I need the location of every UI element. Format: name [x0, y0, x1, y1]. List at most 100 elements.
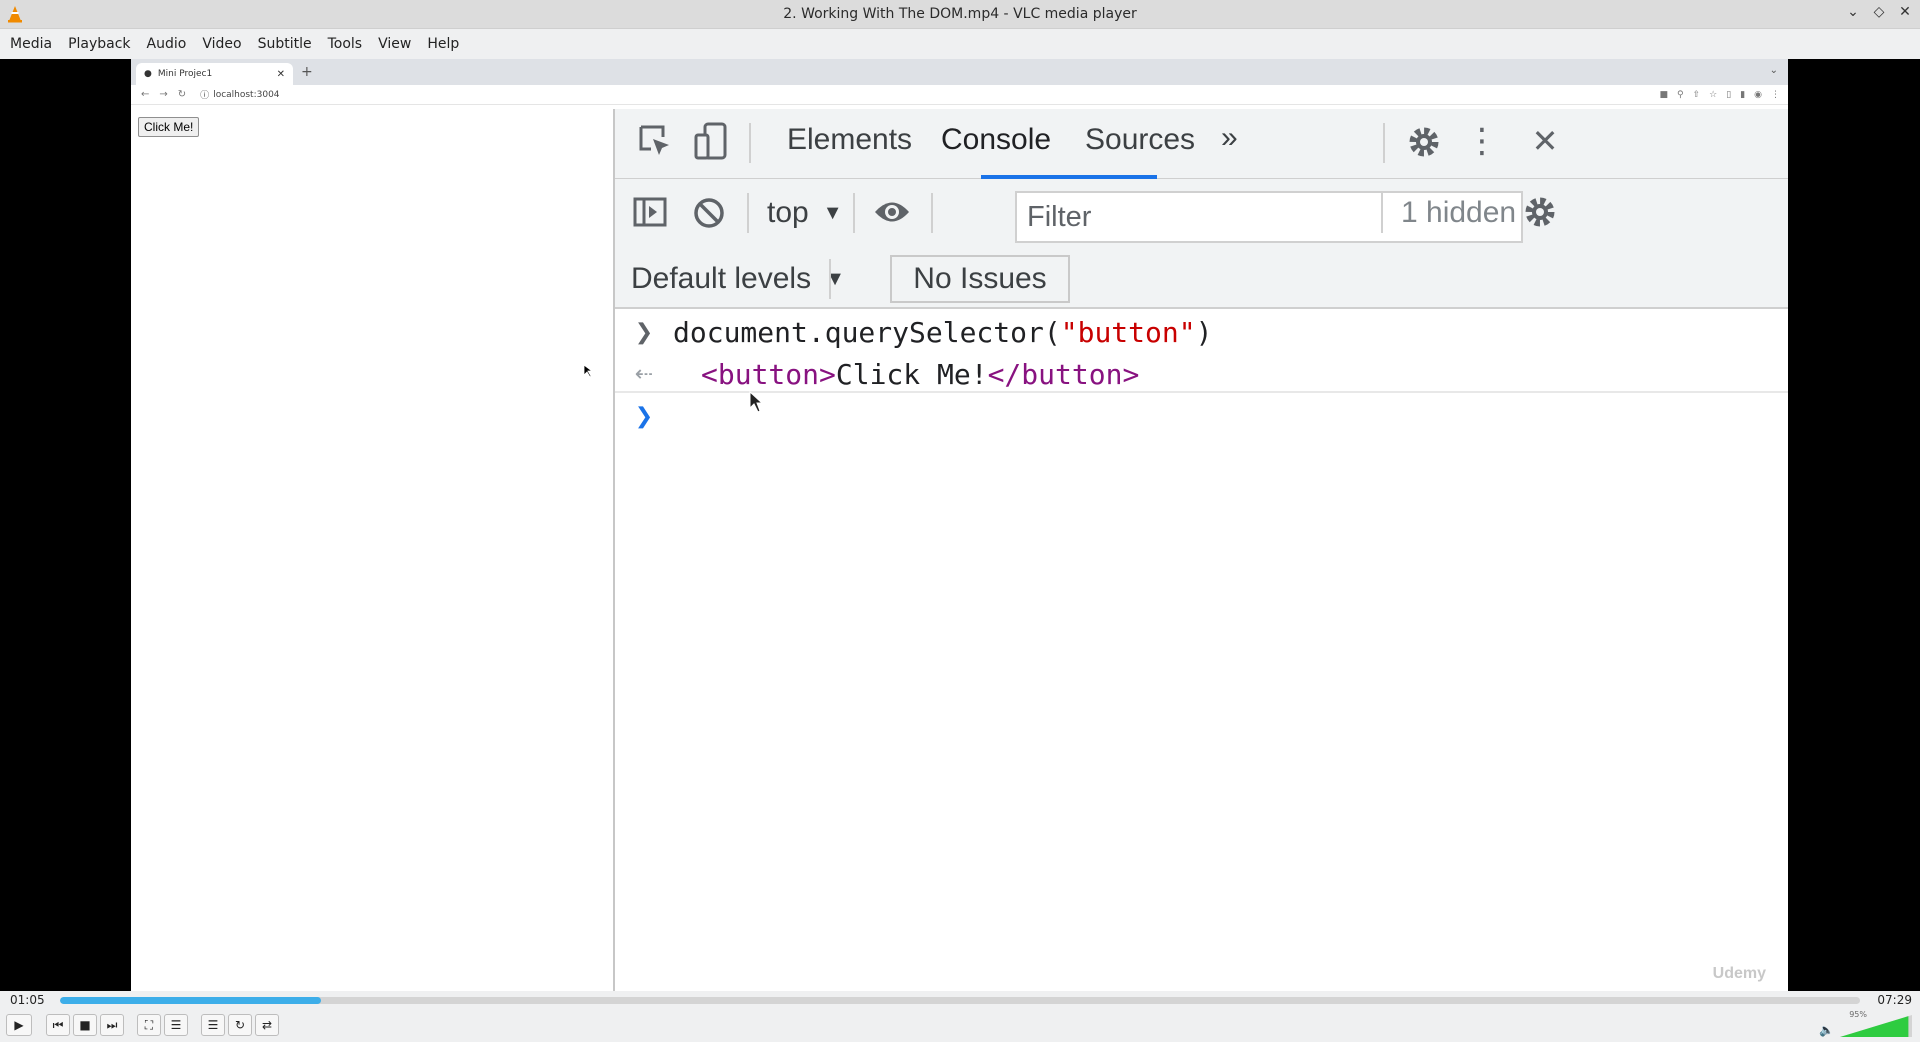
- extension-icon: ■: [1659, 89, 1669, 100]
- progress-fill: [60, 997, 321, 1004]
- profile-icon: ◉: [1754, 89, 1762, 100]
- share-icon: ⇧: [1692, 89, 1701, 100]
- prompt-chevron-icon: ❯: [634, 403, 654, 429]
- extended-settings-button[interactable]: ☰: [164, 1014, 188, 1036]
- result-inner-text: Click Me!: [835, 357, 988, 391]
- play-icon: ▶: [14, 1018, 24, 1032]
- zoom-icon: ⚲: [1677, 89, 1684, 100]
- mouse-cursor-icon: [583, 364, 593, 378]
- reload-icon: ↻: [177, 89, 187, 100]
- mouse-pointer-icon: [749, 391, 764, 413]
- browser-tab-strip: ● Mini Projec1 ✕ + ⌄: [131, 59, 1788, 85]
- forward-icon: →: [159, 89, 168, 100]
- next-icon: ⏭: [106, 1017, 118, 1032]
- loop-button[interactable]: ↻: [228, 1014, 252, 1036]
- levels-toolbar: Default levels ▼ No Issues: [615, 247, 1788, 309]
- fullscreen-icon: ⛶: [144, 1017, 154, 1032]
- fullscreen-button[interactable]: ⛶: [137, 1014, 161, 1036]
- stop-button[interactable]: ■: [73, 1014, 97, 1036]
- title-bar: 2. Working With The DOM.mp4 - VLC media …: [0, 0, 1920, 29]
- menu-view[interactable]: View: [370, 36, 419, 52]
- equalizer-icon: ☰: [170, 1018, 182, 1032]
- page-viewport: Click Me!: [131, 106, 613, 991]
- info-icon: ⓘ: [200, 91, 210, 101]
- star-icon: ☆: [1709, 89, 1718, 100]
- kebab-icon: ⋮: [1771, 89, 1780, 100]
- console-divider: [615, 391, 1788, 393]
- previous-button[interactable]: ⏮: [46, 1014, 70, 1036]
- context-label: top: [767, 196, 809, 229]
- shuffle-button[interactable]: ⇄: [255, 1014, 279, 1036]
- devtools-panel: Elements Console Sources » ⋮ ✕ top ▼ Fil…: [613, 109, 1788, 991]
- close-devtools-icon: ✕: [1531, 122, 1559, 160]
- window-title: 2. Working With The DOM.mp4 - VLC media …: [783, 6, 1137, 22]
- menu-bar: Media Playback Audio Video Subtitle Tool…: [0, 29, 1920, 59]
- filter-placeholder: Filter: [1027, 200, 1092, 233]
- minimize-icon[interactable]: ⌄: [1844, 4, 1862, 20]
- console-output: ❯ document.querySelector("button") ⇠ <bu…: [615, 309, 1788, 991]
- console-toolbar: top ▼ Filter 1 hidden: [615, 179, 1788, 247]
- loop-icon: ↻: [234, 1018, 246, 1032]
- maximize-icon[interactable]: ◇: [1870, 4, 1888, 20]
- playback-controls: ▶ ⏮ ■ ⏭ ⛶ ☰ ☰ ↻ ⇄ 🔈 95%: [0, 1009, 1920, 1042]
- close-icon[interactable]: ✕: [1896, 4, 1914, 20]
- devtools-tabbar: Elements Console Sources » ⋮ ✕: [615, 109, 1788, 179]
- console-settings-gear-icon: [1525, 197, 1555, 227]
- console-prompt-line: ❯: [615, 397, 1788, 435]
- menu-media[interactable]: Media: [2, 36, 60, 52]
- result-close-tag: </button>: [987, 357, 1140, 391]
- puzzle-icon: ▯: [1726, 89, 1732, 100]
- sidebar-toggle-icon: [633, 197, 667, 227]
- inspect-element-icon: [639, 125, 669, 155]
- result-return-icon: ⇠: [634, 361, 654, 387]
- input-code-arg: "button": [1060, 315, 1196, 349]
- menu-subtitle[interactable]: Subtitle: [250, 36, 320, 52]
- playlist-button[interactable]: ☰: [201, 1014, 225, 1036]
- menu-video[interactable]: Video: [194, 36, 249, 52]
- live-expression-eye-icon: [875, 202, 909, 222]
- input-chevron-icon: ❯: [634, 319, 654, 345]
- stop-icon: ■: [79, 1018, 91, 1032]
- input-code-prefix: document.querySelector(: [673, 315, 1061, 349]
- hidden-count: 1 hidden: [1401, 196, 1517, 229]
- context-selector: top ▼: [767, 193, 843, 233]
- levels-label: Default levels: [631, 262, 812, 295]
- progress-slider[interactable]: [60, 997, 1860, 1004]
- address-text: localhost:3004: [213, 89, 280, 100]
- issues-button: No Issues: [890, 255, 1070, 303]
- total-time[interactable]: 07:29: [1877, 993, 1912, 1007]
- previous-icon: ⏮: [52, 1017, 64, 1032]
- speaker-icon[interactable]: 🔈: [1819, 1023, 1834, 1037]
- playlist-icon: ☰: [207, 1018, 219, 1032]
- play-button[interactable]: ▶: [6, 1014, 32, 1036]
- console-input-line: ❯ document.querySelector("button"): [615, 313, 1788, 351]
- menu-tools[interactable]: Tools: [320, 36, 371, 52]
- volume-slider[interactable]: [1840, 1014, 1912, 1038]
- elapsed-time[interactable]: 01:05: [10, 993, 45, 1007]
- browser-tab-title: Mini Projec1: [157, 69, 213, 79]
- more-tabs-icon: »: [1221, 121, 1238, 154]
- browser-toolbar: ← → ↻ ⓘ localhost:3004 ■ ⚲ ⇧ ☆ ▯ ▮ ◉ ⋮: [131, 85, 1788, 105]
- result-open-tag: <button>: [701, 357, 836, 391]
- udemy-watermark: Udemy: [1712, 965, 1766, 982]
- video-frame: ● Mini Projec1 ✕ + ⌄ ← → ↻ ⓘ localhost:3…: [131, 59, 1788, 991]
- clear-console-icon: [694, 198, 724, 228]
- new-tab-icon: +: [301, 64, 313, 80]
- tab-console: Console: [941, 123, 1052, 156]
- device-toolbar-icon: [694, 122, 727, 160]
- shuffle-icon: ⇄: [261, 1018, 273, 1032]
- settings-gear-icon: [1409, 127, 1439, 157]
- click-me-button: Click Me!: [138, 117, 200, 137]
- console-result-line: ⇠ <button> Click Me! </button>: [615, 355, 1788, 393]
- kebab-menu-icon: ⋮: [1465, 121, 1499, 161]
- menu-playback[interactable]: Playback: [60, 36, 138, 52]
- back-icon: ←: [141, 89, 150, 100]
- next-button[interactable]: ⏭: [100, 1014, 124, 1036]
- sidebar-icon: ▮: [1740, 89, 1746, 100]
- video-area[interactable]: ● Mini Projec1 ✕ + ⌄ ← → ↻ ⓘ localhost:3…: [0, 59, 1920, 991]
- dropdown-arrow-icon: ▼: [822, 201, 843, 224]
- menu-audio[interactable]: Audio: [139, 36, 195, 52]
- log-levels-dropdown: Default levels ▼: [631, 257, 845, 301]
- browser-tab: ● Mini Projec1 ✕: [136, 63, 293, 85]
- menu-help[interactable]: Help: [419, 36, 467, 52]
